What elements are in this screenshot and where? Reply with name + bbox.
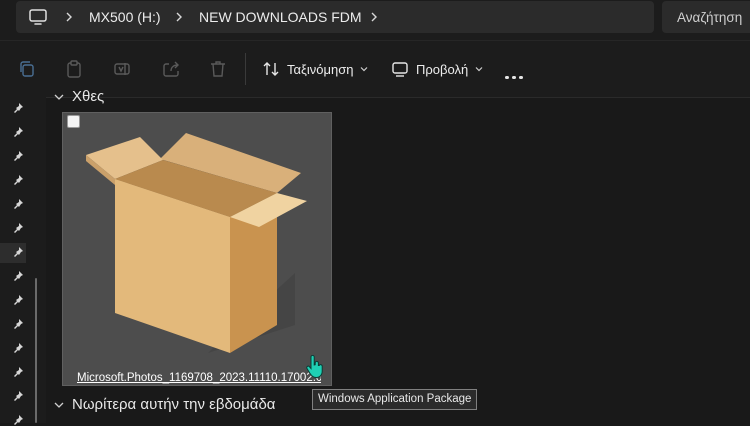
navigation-pane [0, 96, 46, 426]
search-input[interactable]: Αναζήτηση [662, 1, 750, 33]
pin-icon[interactable] [12, 222, 24, 234]
pin-icon[interactable] [12, 150, 24, 162]
breadcrumb-folder[interactable]: NEW DOWNLOADS FDM [199, 9, 362, 25]
chevron-right-icon[interactable] [173, 11, 185, 23]
view-label: Προβολή [416, 61, 469, 77]
command-bar: Ταξινόμηση Προβολή [0, 40, 750, 98]
delete-icon[interactable] [208, 59, 228, 79]
rename-icon[interactable] [112, 59, 132, 79]
chevron-right-icon[interactable] [368, 11, 380, 23]
pin-icon[interactable] [12, 366, 24, 378]
search-placeholder: Αναζήτηση [677, 10, 743, 25]
pin-icon[interactable] [12, 198, 24, 210]
chevron-right-icon[interactable] [63, 11, 75, 23]
sort-label: Ταξινόμηση [287, 61, 354, 77]
pin-icon[interactable] [12, 318, 24, 330]
this-pc-icon[interactable] [29, 9, 47, 25]
pin-icon[interactable] [12, 342, 24, 354]
toolbar-divider [245, 53, 246, 85]
package-icon [86, 133, 307, 353]
paste-icon[interactable] [64, 59, 84, 79]
address-bar[interactable]: MX500 (H:) NEW DOWNLOADS FDM [16, 1, 654, 33]
scrollbar[interactable] [35, 278, 37, 423]
sort-button[interactable]: Ταξινόμηση [262, 57, 368, 81]
chevron-down-icon [54, 402, 64, 408]
address-row: MX500 (H:) NEW DOWNLOADS FDM Αναζήτηση [0, 0, 750, 40]
pin-icon[interactable] [12, 294, 24, 306]
pin-icon[interactable] [12, 102, 24, 114]
pin-icon[interactable] [12, 390, 24, 402]
pin-icon[interactable] [12, 414, 24, 426]
file-name-link[interactable]: Microsoft.Photos_1169708_2023.11110.1700… [77, 372, 321, 384]
breadcrumb-drive[interactable]: MX500 (H:) [89, 9, 161, 25]
pin-icon[interactable] [12, 174, 24, 186]
copy-icon[interactable] [17, 59, 37, 79]
pin-icon[interactable] [12, 270, 24, 282]
group-header-earlier-this-week[interactable]: Νωρίτερα αυτήν την εβδομάδα [54, 396, 275, 413]
pin-icon[interactable] [12, 126, 24, 138]
tooltip: Windows Application Package [312, 389, 478, 410]
file-tile[interactable]: Microsoft.Photos_1169708_2023.11110.1700… [62, 112, 332, 386]
chevron-down-icon [361, 67, 368, 72]
group-label: Χθες [72, 88, 105, 105]
share-icon[interactable] [161, 59, 181, 79]
more-options-button[interactable] [505, 66, 526, 84]
group-label: Νωρίτερα αυτήν την εβδομάδα [72, 396, 276, 413]
chevron-down-icon [475, 67, 483, 72]
hand-cursor-icon [306, 355, 323, 379]
view-icon [392, 62, 408, 77]
view-button[interactable]: Προβολή [391, 57, 483, 81]
sort-icon [263, 62, 279, 76]
group-header-yesterday[interactable]: Χθες [54, 88, 104, 105]
chevron-down-icon [54, 94, 64, 100]
pin-icon[interactable] [12, 246, 24, 258]
